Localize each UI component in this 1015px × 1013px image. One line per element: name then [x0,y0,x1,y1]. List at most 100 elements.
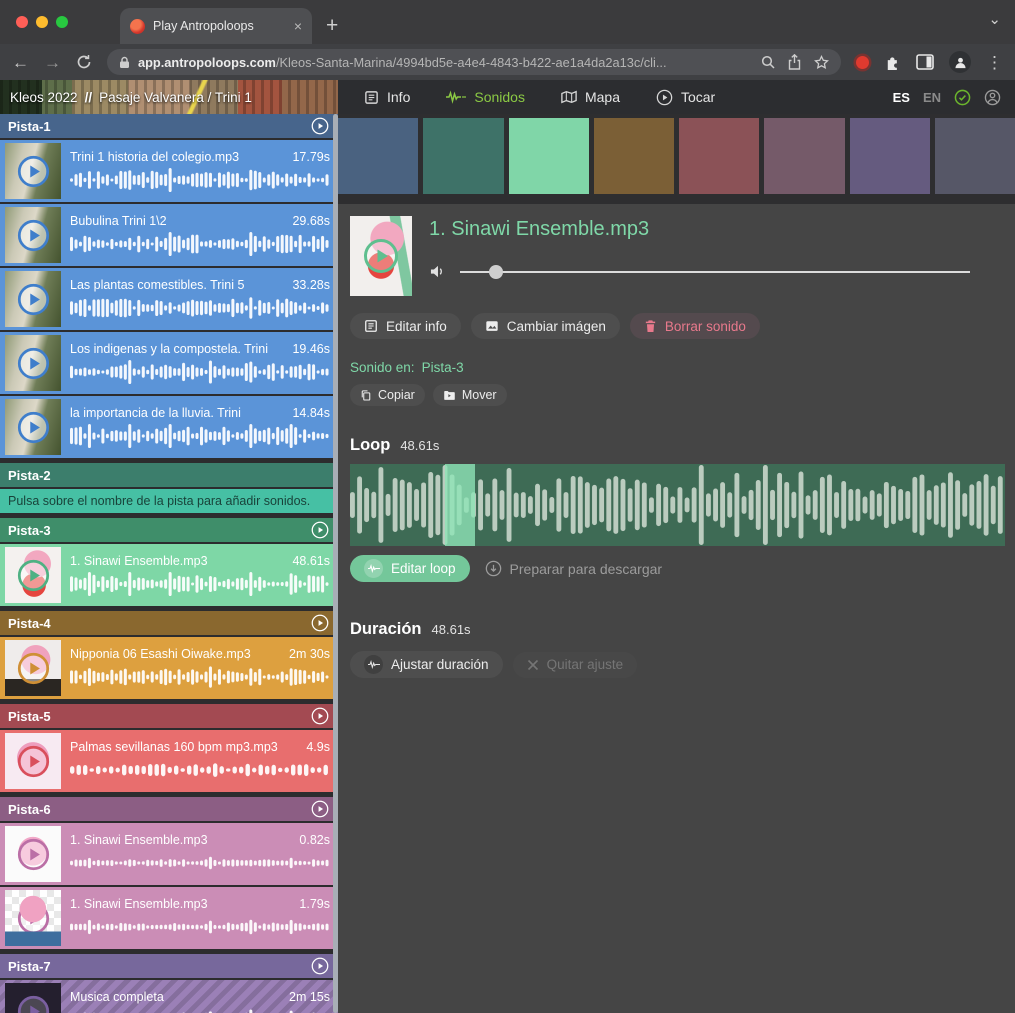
edit-info-button[interactable]: Editar info [350,313,461,339]
clip-thumbnail[interactable] [5,335,61,391]
track-header[interactable]: Pista-1 [0,114,338,138]
edit-loop-button[interactable]: Editar loop [350,555,470,582]
clip-play-icon[interactable] [17,411,50,444]
clip-title[interactable]: 1. Sinawi Ensemble.mp3 [70,554,208,568]
lang-es-button[interactable]: ES [893,90,910,105]
clip[interactable]: Palmas sevillanas 160 bpm mp3.mp34.9s [0,730,338,792]
share-icon[interactable] [788,54,801,70]
clip-title[interactable]: Las plantas comestibles. Trini 5 [70,278,244,292]
clip-title[interactable]: la importancia de la lluvia. Trini [70,406,241,420]
track-play-icon[interactable] [311,957,329,975]
address-bar[interactable]: app.antropoloops.com/Kleos-Santa-Marina/… [107,49,841,75]
track-header[interactable]: Pista-5 [0,704,338,728]
breadcrumb-trail[interactable]: Pasaje Valvanera / Trini 1 [99,90,252,105]
lang-en-button[interactable]: EN [923,90,941,105]
clip-play-icon[interactable] [17,283,50,316]
track-name[interactable]: Pista-2 [8,468,51,483]
recording-extension-icon[interactable] [856,56,869,69]
track-swatch-5[interactable] [679,118,759,194]
new-tab-button[interactable]: + [326,14,338,38]
clip[interactable]: 1. Sinawi Ensemble.mp30.82s [0,823,338,885]
track-name[interactable]: Pista-3 [8,523,51,538]
clip[interactable]: 1. Sinawi Ensemble.mp31.79s [0,887,338,949]
loop-waveform[interactable] [350,464,1005,546]
clip[interactable]: Trini 1 historia del colegio.mp317.79s [0,140,338,202]
minimize-window-button[interactable] [36,16,48,28]
clip[interactable]: la importancia de la lluvia. Trini14.84s [0,396,338,458]
track-name[interactable]: Pista-1 [8,119,51,134]
clip-selected[interactable]: 1. Sinawi Ensemble.mp348.61s [0,544,338,606]
clip-thumbnail[interactable] [5,207,61,263]
url-text[interactable]: app.antropoloops.com/Kleos-Santa-Marina/… [138,55,667,70]
zoom-window-button[interactable] [56,16,68,28]
clip-play-icon[interactable] [17,219,50,252]
clip-thumbnail[interactable] [5,890,61,946]
clip-title[interactable]: Los indigenas y la compostela. Trini [70,342,268,356]
track-header[interactable]: Pista-2 [0,463,338,487]
clip-thumbnail[interactable] [5,733,61,789]
zoom-search-icon[interactable] [761,55,775,69]
clip-title[interactable]: Nipponia 06 Esashi Oiwake.mp3 [70,647,251,661]
clip[interactable]: Musica completa2m 15s [0,980,338,1013]
breadcrumb-project[interactable]: Kleos 2022 [10,90,78,105]
back-button[interactable]: ← [12,54,29,71]
loop-playhead-band[interactable] [445,464,475,546]
volume-icon[interactable] [429,264,446,279]
clip[interactable]: Bubulina Trini 1\229.68s [0,204,338,266]
extensions-puzzle-icon[interactable] [884,54,901,71]
sound-in-track-link[interactable]: Pista-3 [422,360,464,375]
sidebar-scrollbar[interactable] [333,114,338,1013]
track-swatch-6[interactable] [764,118,844,194]
bookmark-star-icon[interactable] [814,55,829,70]
prepare-download-button[interactable]: Preparar para descargar [485,560,663,577]
tab-mapa[interactable]: Mapa [561,89,620,105]
clip-title[interactable]: 1. Sinawi Ensemble.mp3 [70,833,208,847]
clip-play-icon[interactable] [17,838,50,871]
track-header[interactable]: Pista-4 [0,611,338,635]
track-swatch-3-selected[interactable] [509,118,589,194]
track-play-icon[interactable] [311,614,329,632]
reload-button[interactable] [76,54,92,70]
forward-button[interactable]: → [44,54,61,71]
tab-info[interactable]: Info [364,89,410,105]
track-swatch-7[interactable] [850,118,930,194]
track-play-icon[interactable] [311,800,329,818]
clip[interactable]: Nipponia 06 Esashi Oiwake.mp32m 30s [0,637,338,699]
clip-play-icon[interactable] [17,155,50,188]
change-image-button[interactable]: Cambiar imágen [471,313,620,339]
sound-image[interactable] [350,216,412,296]
track-name[interactable]: Pista-6 [8,802,51,817]
track-header[interactable]: Pista-6 [0,797,338,821]
track-play-icon[interactable] [311,707,329,725]
move-button[interactable]: Mover [433,384,507,406]
track-header[interactable]: Pista-7 [0,954,338,978]
clip-thumbnail[interactable] [5,983,61,1013]
clip-thumbnail[interactable] [5,399,61,455]
clip[interactable]: Las plantas comestibles. Trini 533.28s [0,268,338,330]
browser-tab[interactable]: Play Antropoloops × [120,8,312,44]
adjust-duration-button[interactable]: Ajustar duración [350,651,503,678]
clip-play-icon[interactable] [17,347,50,380]
close-tab-icon[interactable]: × [294,19,302,33]
clip-thumbnail[interactable] [5,826,61,882]
tab-sonidos[interactable]: Sonidos [446,89,525,105]
volume-slider-track[interactable] [460,271,970,273]
clip-play-icon[interactable] [17,995,50,1013]
copy-button[interactable]: Copiar [350,384,425,406]
clip-play-icon[interactable] [17,559,50,592]
tab-search-chevron-icon[interactable]: ⌄ [988,10,1001,28]
map-thumbnail-strip[interactable]: Kleos 2022//Pasaje Valvanera / Trini 1 [0,80,338,114]
track-play-icon[interactable] [311,117,329,135]
clip-thumbnail[interactable] [5,547,61,603]
track-swatch-1[interactable] [338,118,418,194]
browser-menu-icon[interactable]: ⋮ [986,54,1003,71]
track-swatch-4[interactable] [594,118,674,194]
track-play-icon[interactable] [311,521,329,539]
clip-title[interactable]: 1. Sinawi Ensemble.mp3 [70,897,208,911]
clip-title[interactable]: Bubulina Trini 1\2 [70,214,167,228]
track-name[interactable]: Pista-7 [8,959,51,974]
close-window-button[interactable] [16,16,28,28]
clip-play-icon[interactable] [17,745,50,778]
delete-sound-button[interactable]: Borrar sonido [630,313,760,339]
account-icon[interactable] [984,89,1001,106]
